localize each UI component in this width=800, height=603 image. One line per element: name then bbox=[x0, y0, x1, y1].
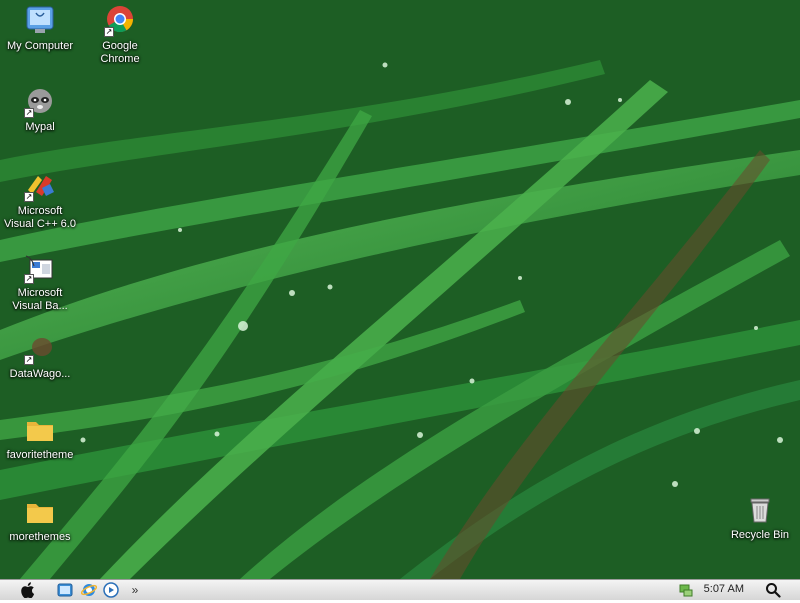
quicklaunch-overflow-button[interactable]: » bbox=[126, 581, 144, 599]
shortcut-arrow-icon: ↗ bbox=[104, 27, 114, 37]
shortcut-arrow-icon: ↗ bbox=[24, 108, 34, 118]
search-icon bbox=[766, 583, 781, 598]
start-apple-button[interactable] bbox=[20, 581, 38, 599]
internet-explorer-icon bbox=[81, 584, 97, 596]
folder-icon bbox=[24, 414, 56, 446]
quicklaunch-ie-button[interactable] bbox=[80, 581, 98, 599]
desktop-icon-label: Recycle Bin bbox=[730, 529, 790, 541]
desktop-wallpaper bbox=[0, 0, 800, 579]
desktop-icon-label: Microsoft Visual C++ 6.0 bbox=[4, 205, 76, 230]
raccoon-icon: ↗ bbox=[24, 86, 56, 118]
media-player-icon bbox=[103, 582, 119, 598]
desktop-icon-label: Google Chrome bbox=[100, 40, 140, 65]
grass-wallpaper-image bbox=[0, 0, 800, 579]
datawagon-icon: ↗ bbox=[24, 333, 56, 365]
visual-basic-icon: ↗ bbox=[24, 252, 56, 284]
desktop-icon-label: morethemes bbox=[9, 531, 71, 543]
chrome-icon: ↗ bbox=[104, 5, 136, 37]
desktop-icon-visual-basic[interactable]: ↗ Microsoft Visual Ba... bbox=[0, 252, 80, 313]
recycle-bin-icon bbox=[744, 494, 776, 526]
folder-icon bbox=[24, 496, 56, 528]
quicklaunch-media-player-button[interactable] bbox=[102, 581, 120, 599]
desktop-icon-visual-cpp[interactable]: ↗ Microsoft Visual C++ 6.0 bbox=[0, 170, 80, 231]
visual-cpp-icon: ↗ bbox=[24, 170, 56, 202]
desktop-icon-google-chrome[interactable]: ↗ Google Chrome bbox=[80, 5, 160, 66]
desktop-icon-label: Mypal bbox=[25, 121, 55, 133]
shortcut-arrow-icon: ↗ bbox=[24, 355, 34, 365]
desktop-icon-label: Microsoft Visual Ba... bbox=[12, 287, 68, 312]
desktop-icon-recycle-bin[interactable]: Recycle Bin bbox=[720, 494, 800, 542]
quicklaunch-explorer-button[interactable] bbox=[56, 581, 74, 599]
desktop-icon-favoritetheme-folder[interactable]: favoritetheme bbox=[0, 414, 80, 462]
computer-icon bbox=[24, 5, 56, 37]
desktop-icon-morethemes-folder[interactable]: morethemes bbox=[0, 496, 80, 544]
desktop-icon-my-computer[interactable]: My Computer bbox=[0, 5, 80, 53]
shortcut-arrow-icon: ↗ bbox=[24, 274, 34, 284]
desktop-icon-datawagon[interactable]: ↗ DataWago... bbox=[0, 333, 80, 381]
explorer-icon bbox=[57, 583, 73, 597]
taskbar: » 5:07 AM bbox=[0, 579, 800, 600]
shortcut-arrow-icon: ↗ bbox=[24, 192, 34, 202]
spotlight-search-button[interactable] bbox=[764, 581, 782, 599]
desktop-icon-label: My Computer bbox=[6, 40, 74, 52]
taskbar-clock[interactable]: 5:07 AM bbox=[704, 583, 744, 595]
desktop-icon-label: favoritetheme bbox=[6, 449, 74, 461]
desktop-icon-mypal[interactable]: ↗ Mypal bbox=[0, 86, 80, 134]
apple-icon bbox=[21, 582, 35, 598]
desktop-icon-label: DataWago... bbox=[9, 368, 71, 380]
